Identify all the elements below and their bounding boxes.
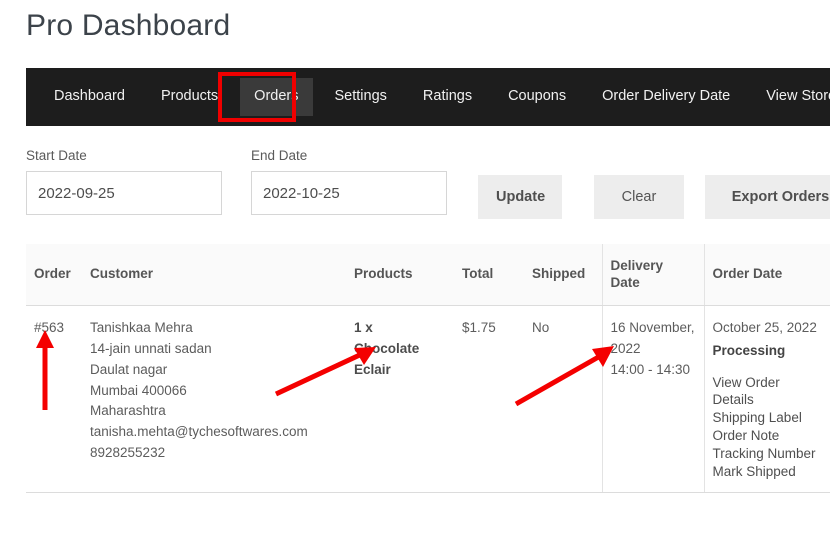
column-header-shipped[interactable]: Shipped <box>524 244 602 306</box>
update-button[interactable]: Update <box>478 175 562 219</box>
column-header-delivery-date[interactable]: Delivery Date <box>601 244 704 306</box>
nav-item-settings[interactable]: Settings <box>321 78 401 115</box>
nav-item-coupons[interactable]: Coupons <box>494 78 580 115</box>
clear-button[interactable]: Clear <box>594 175 684 219</box>
cell-delivery-date: 16 November, 2022 14:00 - 14:30 <box>601 305 704 494</box>
column-header-order[interactable]: Order <box>26 244 82 306</box>
nav-item-dashboard[interactable]: Dashboard <box>40 78 139 115</box>
cell-shipped: No <box>524 305 602 494</box>
end-date-input[interactable] <box>251 171 447 216</box>
status-badge: Processing <box>712 342 786 358</box>
export-orders-button[interactable]: Export Orders <box>705 175 830 219</box>
cell-order-number[interactable]: #563 <box>26 305 82 494</box>
customer-city: Mumbai 400066 <box>90 382 187 398</box>
customer-email: tanisha.mehta@tychesoftwares.com <box>90 424 308 440</box>
nav-item-orders[interactable]: Orders <box>240 78 313 116</box>
table-row: #563 Tanishkaa Mehra 14-jain unnati sada… <box>26 305 830 494</box>
cell-order-date: October 25, 2022 Processing View Order D… <box>703 305 830 494</box>
main-navigation: Dashboard Products Orders Settings Ratin… <box>26 68 830 126</box>
orders-table: Order Customer Products Total Shipped De… <box>26 244 830 494</box>
column-header-customer[interactable]: Customer <box>82 244 346 306</box>
product-name-part-2: Eclair <box>354 361 391 377</box>
cell-products: 1 x Chocolate Eclair <box>346 305 454 494</box>
order-filter-bar: Start Date End Date Update Clear Export … <box>26 148 830 224</box>
nav-item-view-store[interactable]: View Store <box>752 78 830 115</box>
product-name-part-1: Chocolate <box>354 340 420 356</box>
column-header-order-date[interactable]: Order Date <box>703 244 830 306</box>
start-date-label: Start Date <box>26 148 87 163</box>
table-header-row: Order Customer Products Total Shipped De… <box>26 244 830 306</box>
product-quantity: 1 x <box>354 319 373 335</box>
column-header-total[interactable]: Total <box>454 244 524 306</box>
end-date-group: End Date <box>251 148 447 216</box>
page-title: Pro Dashboard <box>26 9 231 42</box>
nav-item-order-delivery-date[interactable]: Order Delivery Date <box>588 78 744 115</box>
customer-name: Tanishkaa Mehra <box>90 319 193 335</box>
end-date-label: End Date <box>251 148 308 163</box>
mark-shipped-link[interactable]: Mark Shipped <box>713 463 823 481</box>
order-actions: View Order Details Shipping Label Order … <box>713 374 823 481</box>
customer-phone: 8928255232 <box>90 445 166 461</box>
column-header-products[interactable]: Products <box>346 244 454 306</box>
delivery-time-slot: 14:00 - 14:30 <box>610 361 691 377</box>
customer-address-2: Daulat nagar <box>90 361 168 377</box>
cell-total: $1.75 <box>454 305 524 494</box>
start-date-input[interactable] <box>26 171 222 216</box>
tracking-number-link[interactable]: Tracking Number <box>713 445 823 463</box>
nav-item-ratings[interactable]: Ratings <box>409 78 486 115</box>
delivery-date-value: 16 November, 2022 <box>610 319 695 356</box>
order-date-value: October 25, 2022 <box>712 319 817 335</box>
customer-state: Maharashtra <box>90 403 166 419</box>
shipping-label-link[interactable]: Shipping Label <box>713 409 823 427</box>
customer-address-1: 14-jain unnati sadan <box>90 340 212 356</box>
order-note-link[interactable]: Order Note <box>713 427 823 445</box>
view-order-details-link[interactable]: View Order Details <box>713 374 823 410</box>
cell-customer: Tanishkaa Mehra 14-jain unnati sadan Dau… <box>82 305 346 494</box>
nav-item-products[interactable]: Products <box>147 78 232 115</box>
start-date-group: Start Date <box>26 148 222 216</box>
